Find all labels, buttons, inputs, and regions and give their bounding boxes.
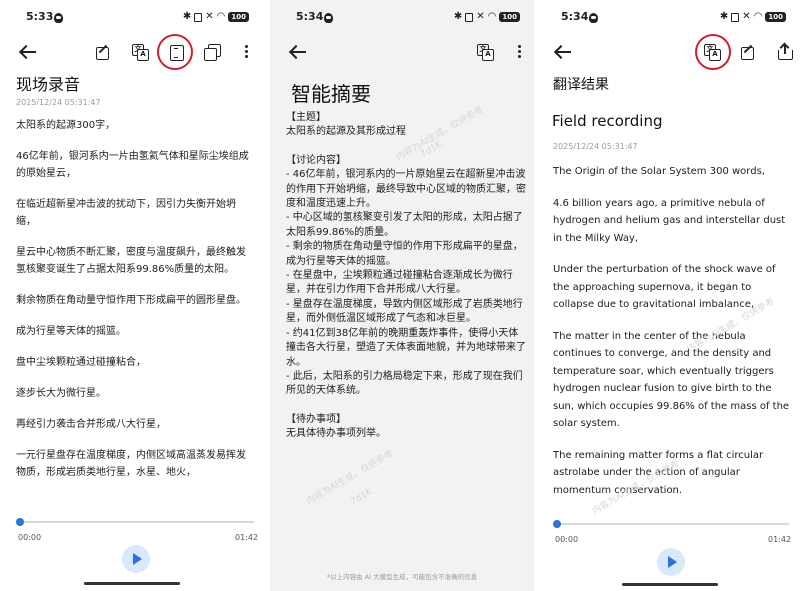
status-time: 5:34: [561, 10, 589, 23]
section-header: 【待办事项】: [286, 413, 346, 425]
todo-section: 【待办事项】 无具体待办事项列举。: [286, 413, 526, 442]
paragraph: 4.6 billion years ago, a primitive nebul…: [553, 197, 786, 244]
status-bar: 5:34 ✱ ✕ ◠ 100: [270, 10, 534, 26]
current-time: 00:00: [18, 533, 42, 542]
highlight-circle: [157, 34, 193, 70]
status-time: 5:34: [296, 10, 324, 23]
page-title: 翻译结果: [553, 77, 609, 93]
discussion-item: - 此后，太阳系的引力格局稳定下来，形成了现在我们所见的天体系统。: [286, 370, 523, 397]
edit-icon[interactable]: [740, 44, 756, 60]
wifi-icon: ◠: [487, 11, 497, 22]
recording-screen: 5:33 ✱ ✕ ◠ 100 现场录音 2025/12/24 05:31:47 …: [0, 0, 263, 591]
battery-icon: 100: [228, 12, 249, 22]
progress-knob[interactable]: [16, 518, 24, 526]
battery-icon: 100: [499, 12, 520, 22]
paragraph: 剩余物质在角动量守恒作用下形成扁平的圆形星盘。: [16, 295, 246, 306]
record-date: 2025/12/24 05:31:47: [553, 142, 638, 151]
discussion-item: - 约41亿到38亿年前的晚期重轰炸事件，使得小天体撞击各大行星，塑造了天体表面…: [286, 327, 526, 368]
edit-icon[interactable]: [95, 44, 111, 60]
transcript: 太阳系的起源300字， 46亿年前，银河系内一片由氢氦气体和星际尘埃组成的原始星…: [16, 117, 252, 495]
qq-icon: [54, 13, 63, 23]
total-time: 01:42: [235, 533, 259, 542]
record-date: 2025/12/24 05:31:47: [16, 98, 101, 107]
status-bar: 5:34 ✱ ✕ ◠ 100: [541, 10, 800, 26]
paragraph: 逐步长大为微行星。: [16, 388, 106, 399]
paragraph: 46亿年前，银河系内一片由氢氦气体和星际尘埃组成的原始星云，: [16, 151, 249, 179]
translate-icon[interactable]: [477, 44, 494, 61]
discussion-item: - 在星盘中，尘埃颗粒通过碰撞粘合逐渐成长为微行星，并在引力作用下合并形成八大行…: [286, 270, 513, 296]
translate-icon[interactable]: [132, 44, 149, 61]
wifi-icon: ◠: [216, 11, 226, 22]
highlight-circle: [695, 34, 731, 70]
copy-icon[interactable]: [204, 44, 221, 61]
paragraph: 盘中尘埃颗粒通过碰撞粘合，: [16, 357, 146, 368]
status-bar: 5:33 ✱ ✕ ◠ 100: [0, 10, 263, 26]
play-button[interactable]: [657, 548, 685, 576]
more-icon[interactable]: [516, 44, 522, 60]
discussion-item: - 剩余的物质在角动量守恒的作用下形成扁平的星盘，成为行星等天体的摇篮。: [286, 241, 523, 267]
qq-icon: [589, 13, 598, 23]
toolbar: [270, 40, 534, 64]
discussion-item: - 中心区域的氢核聚变引发了太阳的形成，太阳占据了太阳系99.86%的质量。: [286, 212, 523, 238]
paragraph: 星云中心物质不断汇聚，密度与温度飙升，最终触发氢核聚变诞生了占据太阳系99.86…: [16, 247, 246, 275]
page-title: 现场录音: [16, 75, 81, 94]
paragraph: The Origin of the Solar System 300 words…: [553, 166, 765, 177]
share-icon[interactable]: [777, 42, 793, 60]
qq-icon: [324, 13, 333, 23]
paragraph: 成为行星等天体的摇篮。: [16, 326, 126, 337]
vibrate-icon: [731, 12, 740, 22]
battery-icon: 100: [765, 12, 786, 22]
paragraph: 再经引力袭击合并形成八大行星，: [16, 419, 166, 430]
back-arrow-icon[interactable]: [18, 42, 38, 62]
home-indicator[interactable]: [84, 582, 180, 585]
bluetooth-icon: ✱: [453, 11, 463, 22]
paragraph: The matter in the center of the nebula c…: [553, 330, 790, 430]
play-button[interactable]: [122, 545, 150, 573]
total-time: 01:42: [768, 535, 792, 544]
paragraph: 太阳系的起源300字，: [16, 120, 116, 131]
more-icon[interactable]: [243, 44, 249, 60]
playback-progress[interactable]: [553, 520, 789, 528]
discussion-item: - 46亿年前，银河系内的一片原始星云在超新星冲击波的作用下开始坍缩，最终导致中…: [286, 169, 526, 210]
vibrate-icon: [194, 12, 203, 22]
topic-section: 【主题】 太阳系的起源及其形成过程: [286, 111, 526, 140]
playback-progress[interactable]: [16, 518, 254, 526]
discussion-item: - 星盘存在温度梯度，导致内侧区域形成了岩质类地行星，而外侧低温区域形成了气态和…: [286, 298, 523, 325]
paragraph: 一元行星盘存在温度梯度，内侧区域高温蒸发易挥发物质，形成岩质类地行星，水星、地火…: [16, 450, 246, 478]
current-time: 00:00: [555, 535, 579, 544]
wifi-icon: ◠: [753, 11, 763, 22]
record-title: Field recording: [552, 112, 663, 130]
paragraph: 在临近超新星冲击波的扰动下，因引力失衡开始坍缩，: [16, 199, 236, 227]
progress-knob[interactable]: [553, 520, 561, 528]
summary-screen: 5:34 ✱ ✕ ◠ 100 智能摘要 【主题】 太阳系的起源及其形成过程 【讨…: [270, 0, 534, 591]
page-title: 智能摘要: [291, 82, 371, 106]
no-sim-icon: ✕: [205, 11, 214, 22]
vibrate-icon: [465, 12, 474, 22]
discussion-section: 【讨论内容】 - 46亿年前，银河系内的一片原始星云在超新星冲击波的作用下开始坍…: [286, 154, 526, 399]
back-arrow-icon[interactable]: [553, 42, 573, 62]
toolbar: [541, 34, 800, 70]
status-time: 5:33: [26, 10, 54, 23]
bluetooth-icon: ✱: [719, 11, 729, 22]
translation-screen: 5:34 ✱ ✕ ◠ 100 翻译结果 Field recording 2025…: [541, 0, 800, 591]
toolbar: [0, 34, 263, 70]
section-header: 【主题】: [286, 112, 326, 123]
ai-disclaimer: *以上内容由 AI 大模型生成，可能包含不准确的信息: [326, 573, 478, 581]
no-sim-icon: ✕: [476, 11, 485, 22]
summary-content: 【主题】 太阳系的起源及其形成过程 【讨论内容】 - 46亿年前，银河系内的一片…: [286, 111, 526, 456]
back-arrow-icon[interactable]: [288, 42, 308, 62]
topic-text: 太阳系的起源及其形成过程: [286, 126, 406, 138]
no-sim-icon: ✕: [742, 11, 751, 22]
bluetooth-icon: ✱: [182, 11, 192, 22]
todo-text: 无具体待办事项列举。: [286, 428, 386, 440]
home-indicator[interactable]: [622, 583, 718, 586]
watermark-tag: 7d1K: [349, 486, 375, 508]
